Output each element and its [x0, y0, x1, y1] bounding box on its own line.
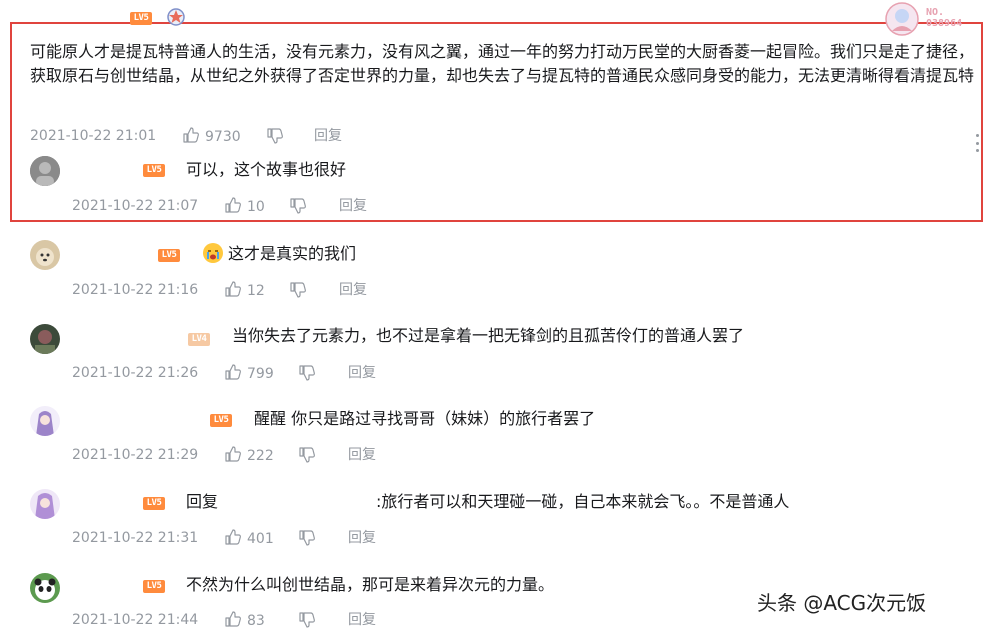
reply-button[interactable]: 回复 — [348, 445, 376, 465]
source-watermark: 头条 @ACG次元饭 — [757, 591, 927, 615]
like-button[interactable]: 9730 — [182, 126, 241, 147]
reply-meta: 2021-10-22 21:31 401 回复 — [72, 528, 402, 548]
comment-time: 2021-10-22 21:07 — [72, 198, 199, 214]
reply-prefix: 回复 — [186, 492, 219, 511]
user-avatar-icon — [30, 324, 60, 354]
reply-button[interactable]: 回复 — [339, 196, 367, 216]
comment-time: 2021-10-22 21:31 — [72, 530, 199, 546]
level-badge: LV5 — [158, 249, 180, 262]
dislike-button[interactable] — [289, 197, 307, 221]
dislike-button[interactable] — [298, 446, 316, 470]
reply-button[interactable]: 回复 — [339, 280, 367, 300]
thumbs-up-icon — [225, 529, 241, 545]
thumbs-down-icon — [290, 282, 306, 298]
thumbs-down-icon — [299, 365, 315, 381]
thumbs-up-icon — [225, 281, 241, 297]
like-button[interactable]: 12 — [224, 280, 265, 301]
dislike-button[interactable] — [298, 364, 316, 388]
thumbs-down-icon — [290, 198, 306, 214]
thumbs-up-icon — [225, 611, 241, 627]
reply-button[interactable]: 回复 — [348, 610, 376, 630]
like-count: 401 — [247, 531, 274, 547]
dislike-button[interactable] — [298, 611, 316, 635]
like-count: 799 — [247, 366, 274, 382]
level-badge: LV5 — [143, 497, 165, 510]
like-button[interactable]: 799 — [224, 363, 274, 384]
reply-meta: 2021-10-22 21:44 83 回复 — [72, 610, 402, 630]
dog-avatar-icon — [30, 240, 60, 270]
avatar[interactable] — [30, 406, 60, 436]
dislike-button[interactable] — [298, 529, 316, 553]
crying-emoji-icon — [203, 243, 223, 263]
more-options-icon[interactable] — [974, 134, 980, 152]
level-badge: LV4 — [188, 333, 210, 346]
like-button[interactable]: 83 — [224, 610, 265, 631]
main-comment-text: 可能原人才是提瓦特普通人的生活，没有元素力，没有风之翼，通过一年的努力打动万民堂… — [30, 42, 975, 85]
reply-text: 可以，这个故事也很好 — [186, 160, 347, 179]
like-count: 222 — [247, 448, 274, 464]
avatar[interactable] — [30, 324, 60, 354]
comment-time: 2021-10-22 21:26 — [72, 365, 199, 381]
comment-time: 2021-10-22 21:44 — [72, 612, 199, 628]
medal-icon — [167, 8, 185, 26]
level-badge: LV5 — [130, 12, 152, 25]
thumbs-up-icon — [225, 364, 241, 380]
main-comment-meta: 2021-10-22 21:01 9730 回复 — [30, 126, 360, 146]
anime-avatar-icon — [30, 406, 60, 436]
like-count: 83 — [247, 613, 265, 629]
reply-button[interactable]: 回复 — [348, 363, 376, 383]
thumbs-down-icon — [299, 612, 315, 628]
comment-time: 2021-10-22 21:01 — [30, 128, 157, 144]
reply-button[interactable]: 回复 — [314, 126, 342, 146]
anime-avatar-icon — [30, 489, 60, 519]
thumbs-up-icon — [183, 127, 199, 143]
like-count: 12 — [247, 283, 265, 299]
reply-meta: 2021-10-22 21:16 12 回复 — [72, 280, 402, 300]
reply-text: 当你失去了元素力，也不过是拿着一把无锋剑的且孤苦伶仃的普通人罢了 — [232, 326, 745, 345]
fan-medal-avatar-icon — [885, 2, 919, 36]
reply-text: 这才是真实的我们 — [228, 244, 357, 263]
like-button[interactable]: 401 — [224, 528, 274, 549]
fan-number: NO. 038964 — [926, 7, 963, 29]
like-button[interactable]: 222 — [224, 445, 274, 466]
reply-meta: 2021-10-22 21:29 222 回复 — [72, 445, 402, 465]
dislike-button[interactable] — [266, 127, 284, 151]
thumbs-down-icon — [299, 447, 315, 463]
reply-text: 醒醒 你只是路过寻找哥哥（妹妹）的旅行者罢了 — [254, 409, 596, 428]
reply-button[interactable]: 回复 — [348, 528, 376, 548]
reply-meta: 2021-10-22 21:26 799 回复 — [72, 363, 402, 383]
dislike-button[interactable] — [289, 281, 307, 305]
reply-text: 不然为什么叫创世结晶，那可是来着异次元的力量。 — [186, 575, 555, 594]
like-count: 10 — [247, 199, 265, 215]
thumbs-down-icon — [299, 530, 315, 546]
comment-time: 2021-10-22 21:16 — [72, 282, 199, 298]
thumbs-up-icon — [225, 197, 241, 213]
level-badge: LV5 — [143, 164, 165, 177]
avatar[interactable] — [30, 489, 60, 519]
thumbs-down-icon — [267, 128, 283, 144]
reply-text: :旅行者可以和天理碰一碰，自己本来就会飞。。不是普通人 — [376, 492, 790, 511]
level-badge: LV5 — [143, 580, 165, 593]
like-count: 9730 — [205, 129, 241, 145]
thumbs-up-icon — [225, 446, 241, 462]
avatar[interactable] — [30, 156, 60, 186]
comment-time: 2021-10-22 21:29 — [72, 447, 199, 463]
panda-avatar-icon — [30, 573, 60, 603]
like-button[interactable]: 10 — [224, 196, 265, 217]
user-avatar-icon — [30, 156, 60, 186]
avatar[interactable] — [30, 573, 60, 603]
avatar[interactable] — [30, 240, 60, 270]
reply-meta: 2021-10-22 21:07 10 回复 — [72, 196, 402, 216]
level-badge: LV5 — [210, 414, 232, 427]
